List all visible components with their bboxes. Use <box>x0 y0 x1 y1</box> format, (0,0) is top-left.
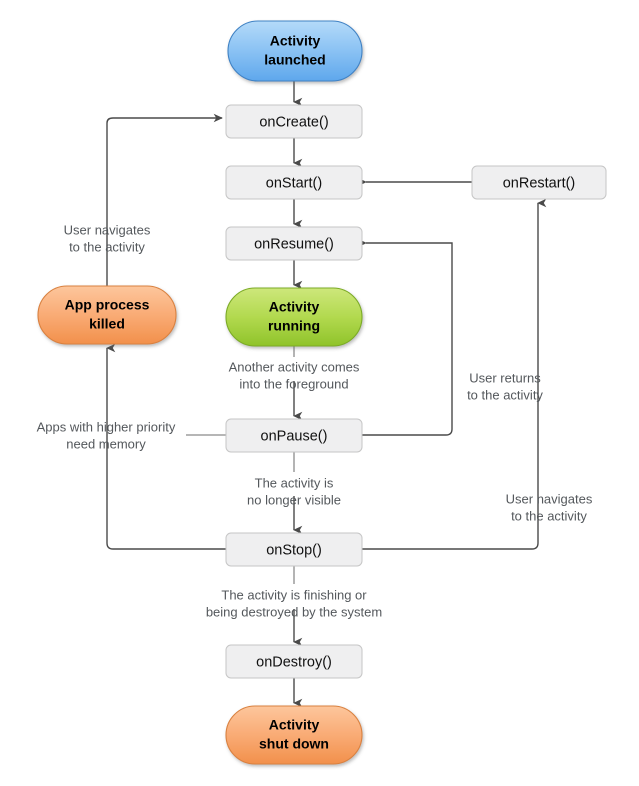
label-apps-higher-priority-line1: Apps with higher priority <box>37 419 176 434</box>
node-app-process-killed[interactable]: App process killed <box>37 285 177 345</box>
node-on-restart-label: onRestart() <box>503 175 576 191</box>
label-finishing-destroyed: The activity is finishing or being destr… <box>206 587 382 619</box>
label-user-navigates-right-line1: User navigates <box>506 491 593 506</box>
edge-pause-to-resume <box>357 238 453 436</box>
node-activity-running-label-line2: running <box>268 318 320 334</box>
label-user-returns: User returns to the activity <box>467 370 543 402</box>
label-no-longer-visible: The activity is no longer visible <box>247 475 341 507</box>
label-another-activity: Another activity comes into the foregrou… <box>229 359 360 391</box>
node-on-destroy-label: onDestroy() <box>256 654 332 670</box>
label-another-activity-line1: Another activity comes <box>229 359 360 374</box>
label-apps-higher-priority-line2: need memory <box>66 436 146 451</box>
node-activity-running[interactable]: Activity running <box>225 287 363 347</box>
activity-lifecycle-diagram: User navigates to the activity Another a… <box>0 0 639 786</box>
node-activity-launched-label-line1: Activity <box>270 33 321 49</box>
node-on-pause-label: onPause() <box>261 428 328 444</box>
node-on-start[interactable]: onStart() <box>225 165 363 200</box>
label-another-activity-line2: into the foreground <box>239 376 348 391</box>
node-activity-shut-down-label-line1: Activity <box>269 717 320 733</box>
node-on-stop[interactable]: onStop() <box>225 532 363 567</box>
node-activity-shut-down[interactable]: Activity shut down <box>225 705 363 765</box>
node-on-resume[interactable]: onResume() <box>225 226 363 261</box>
node-on-stop-label: onStop() <box>266 542 322 558</box>
node-activity-shut-down-label-line2: shut down <box>259 736 329 752</box>
node-app-process-killed-label-line2: killed <box>89 316 125 332</box>
lifecycle-flowchart-svg: User navigates to the activity Another a… <box>37 20 607 765</box>
label-no-longer-visible-line1: The activity is <box>255 475 334 490</box>
node-on-restart[interactable]: onRestart() <box>471 165 607 200</box>
node-on-start-label: onStart() <box>266 175 322 191</box>
node-on-pause[interactable]: onPause() <box>225 418 363 453</box>
node-on-create[interactable]: onCreate() <box>225 104 363 139</box>
label-user-navigates-right-line2: to the activity <box>511 508 587 523</box>
node-on-destroy[interactable]: onDestroy() <box>225 644 363 679</box>
label-user-navigates-left-line2: to the activity <box>69 239 145 254</box>
label-finishing-destroyed-line1: The activity is finishing or <box>221 587 367 602</box>
node-activity-launched[interactable]: Activity launched <box>227 20 363 82</box>
node-activity-running-label-line1: Activity <box>269 299 320 315</box>
label-user-navigates-right: User navigates to the activity <box>506 491 593 523</box>
label-apps-higher-priority: Apps with higher priority need memory <box>37 419 176 451</box>
label-user-navigates-left-line1: User navigates <box>64 222 151 237</box>
node-app-process-killed-label-line1: App process <box>65 297 150 313</box>
label-user-returns-line1: User returns <box>469 370 541 385</box>
label-no-longer-visible-line2: no longer visible <box>247 492 341 507</box>
node-activity-launched-label-line2: launched <box>264 52 325 68</box>
label-user-returns-line2: to the activity <box>467 387 543 402</box>
label-finishing-destroyed-line2: being destroyed by the system <box>206 604 382 619</box>
node-on-create-label: onCreate() <box>259 114 328 130</box>
edge-killed-to-create <box>106 113 223 286</box>
node-on-resume-label: onResume() <box>254 236 334 252</box>
